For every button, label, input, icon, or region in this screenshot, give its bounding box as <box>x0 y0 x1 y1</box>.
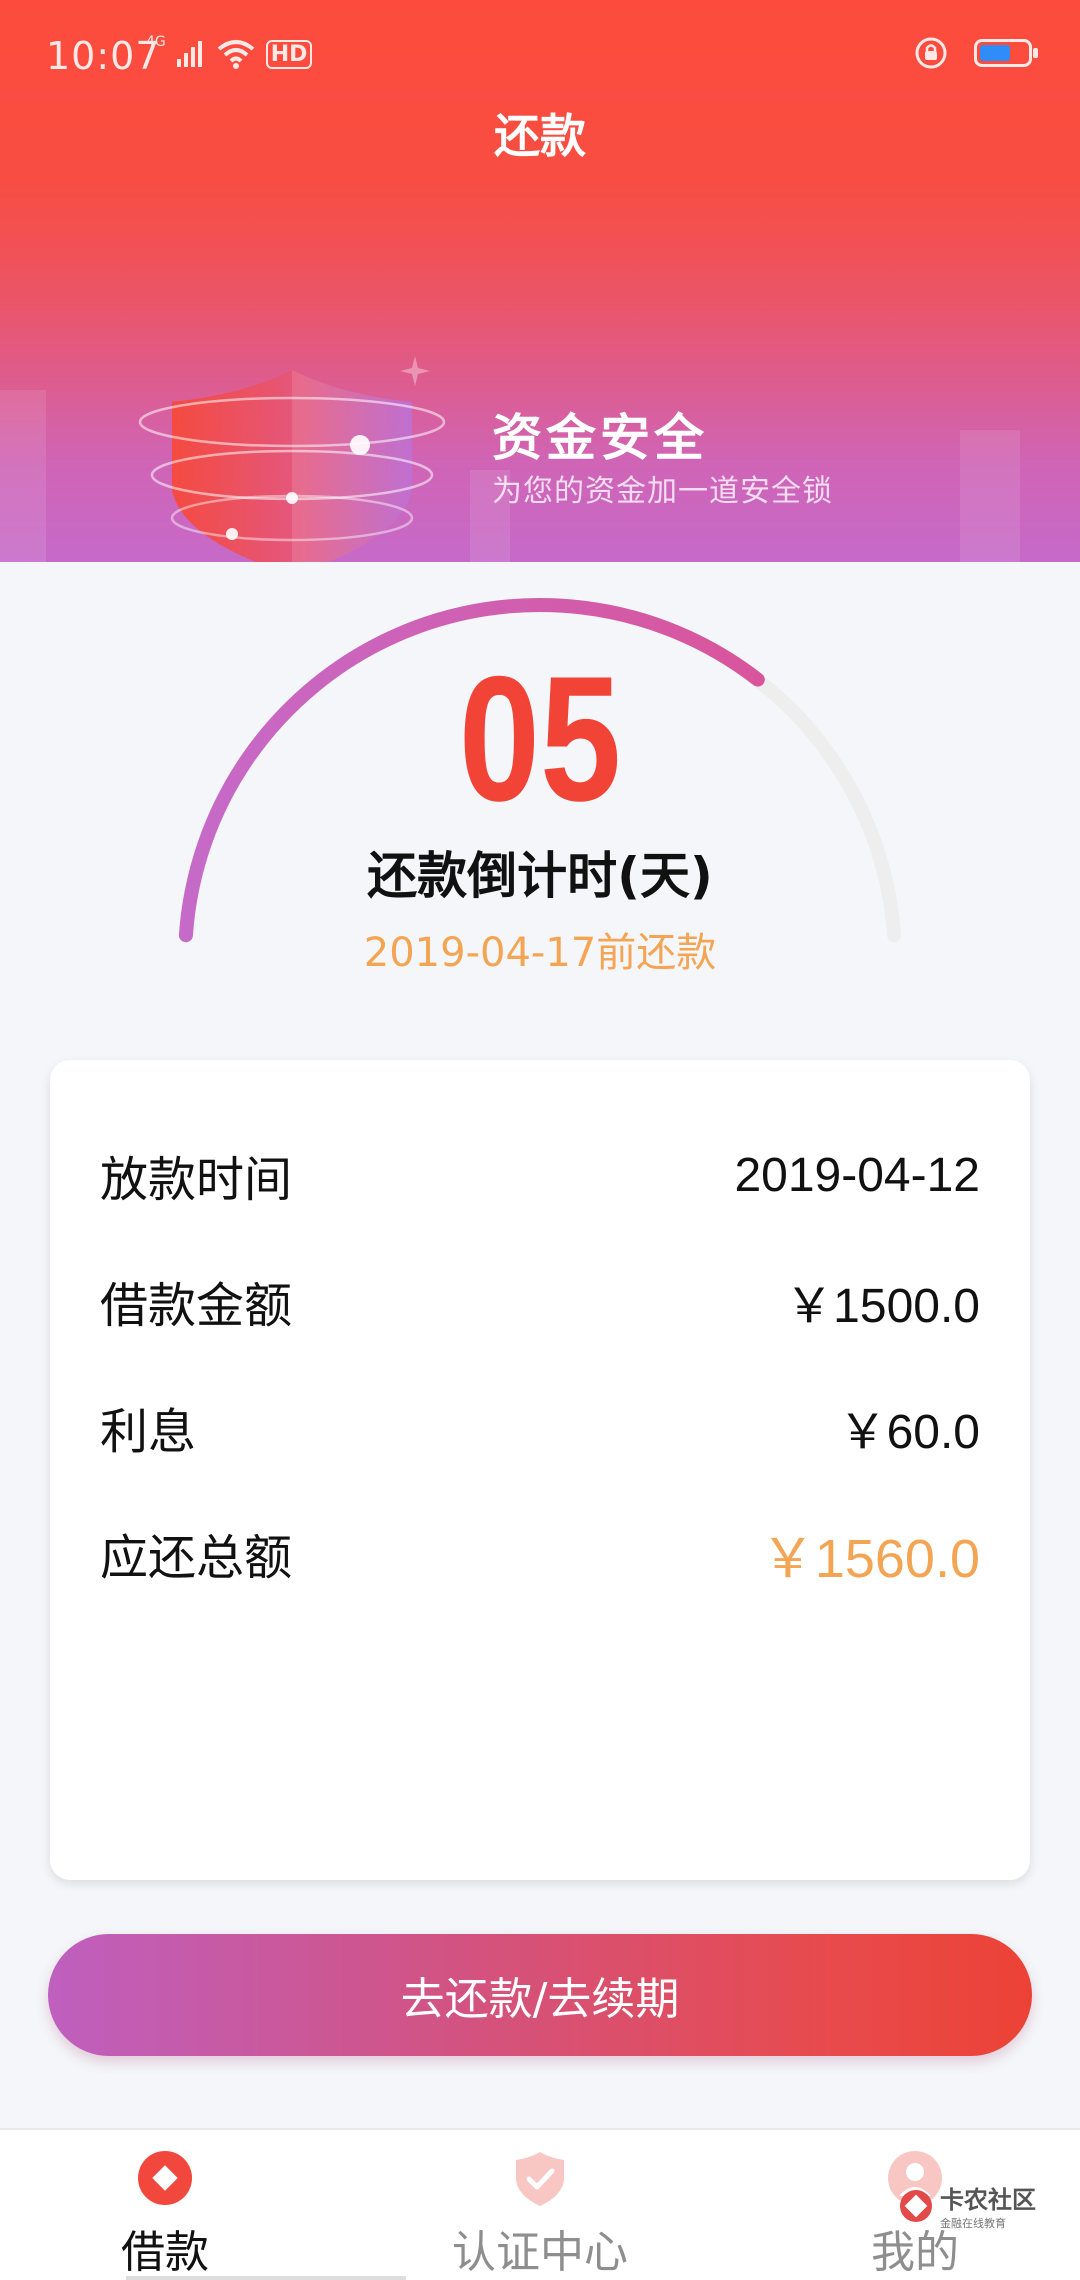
status-left-icons: 4G HD <box>146 32 313 76</box>
repay-renew-button[interactable]: 去还款/去续期 <box>48 1934 1032 2056</box>
countdown-days: 05 <box>458 639 622 838</box>
nav-item-loan[interactable]: 借款 <box>30 2130 406 2280</box>
header: 10:07 4G HD 还款 资金安全 为您的资金加一道安全锁 <box>0 0 1080 562</box>
rotation-lock-icon <box>915 37 947 69</box>
nav-item-verification[interactable]: 认证中心 <box>405 2130 675 2280</box>
status-time: 10:07 <box>46 34 161 78</box>
signal-icon <box>176 41 202 67</box>
detail-label: 借款金额 <box>100 1278 293 1334</box>
due-date-text: 2019-04-17前还款 <box>363 930 717 976</box>
security-illustration <box>122 340 452 562</box>
city-silhouette <box>0 390 46 562</box>
watermark-logo: 卡农社区 金融在线教育 <box>898 2180 1036 2231</box>
detail-value: 2019-04-12 <box>734 1148 980 1202</box>
detail-row-loan-amount: 借款金额 ￥1500.0 <box>100 1271 980 1334</box>
battery-icon <box>974 39 1038 67</box>
detail-value: ￥60.0 <box>838 1406 980 1459</box>
status-bar: 10:07 4G HD <box>0 0 1080 112</box>
detail-row-total-due: 应还总额 ￥1560.0 <box>100 1523 980 1589</box>
detail-row-interest: 利息 ￥60.0 <box>100 1397 980 1460</box>
total-due-value: ￥1560.0 <box>760 1528 980 1589</box>
shield-check-icon <box>516 2152 564 2206</box>
nav-label: 认证中心 <box>452 2227 628 2278</box>
wifi-icon <box>217 40 255 69</box>
battery-fill <box>980 45 1010 61</box>
loan-icon <box>138 2151 192 2205</box>
status-right-icons <box>914 36 1038 70</box>
home-indicator <box>126 2276 406 2280</box>
nav-label: 借款 <box>121 2227 209 2278</box>
network-type-label: 4G <box>146 34 166 50</box>
city-silhouette <box>960 430 1020 562</box>
hd-icon: HD <box>265 39 313 69</box>
watermark-text: 卡农社区 <box>940 2186 1036 2214</box>
banner-title: 资金安全 <box>492 409 708 467</box>
detail-label: 应还总额 <box>100 1530 293 1586</box>
loan-detail-card: 放款时间 2019-04-12 借款金额 ￥1500.0 利息 ￥60.0 应还… <box>50 1060 1030 1880</box>
detail-label: 放款时间 <box>100 1152 293 1208</box>
watermark-icon <box>900 2189 932 2222</box>
countdown-label: 还款倒计时(天) <box>367 847 713 905</box>
detail-row-disburse-date: 放款时间 2019-04-12 <box>100 1145 980 1209</box>
page-title: 还款 <box>494 109 586 163</box>
detail-value: ￥1500.0 <box>785 1280 980 1333</box>
shield-icon <box>138 356 446 562</box>
detail-label: 利息 <box>100 1404 197 1460</box>
watermark-subtext: 金融在线教育 <box>940 2217 1006 2230</box>
banner-subtitle: 为您的资金加一道安全锁 <box>492 474 833 509</box>
